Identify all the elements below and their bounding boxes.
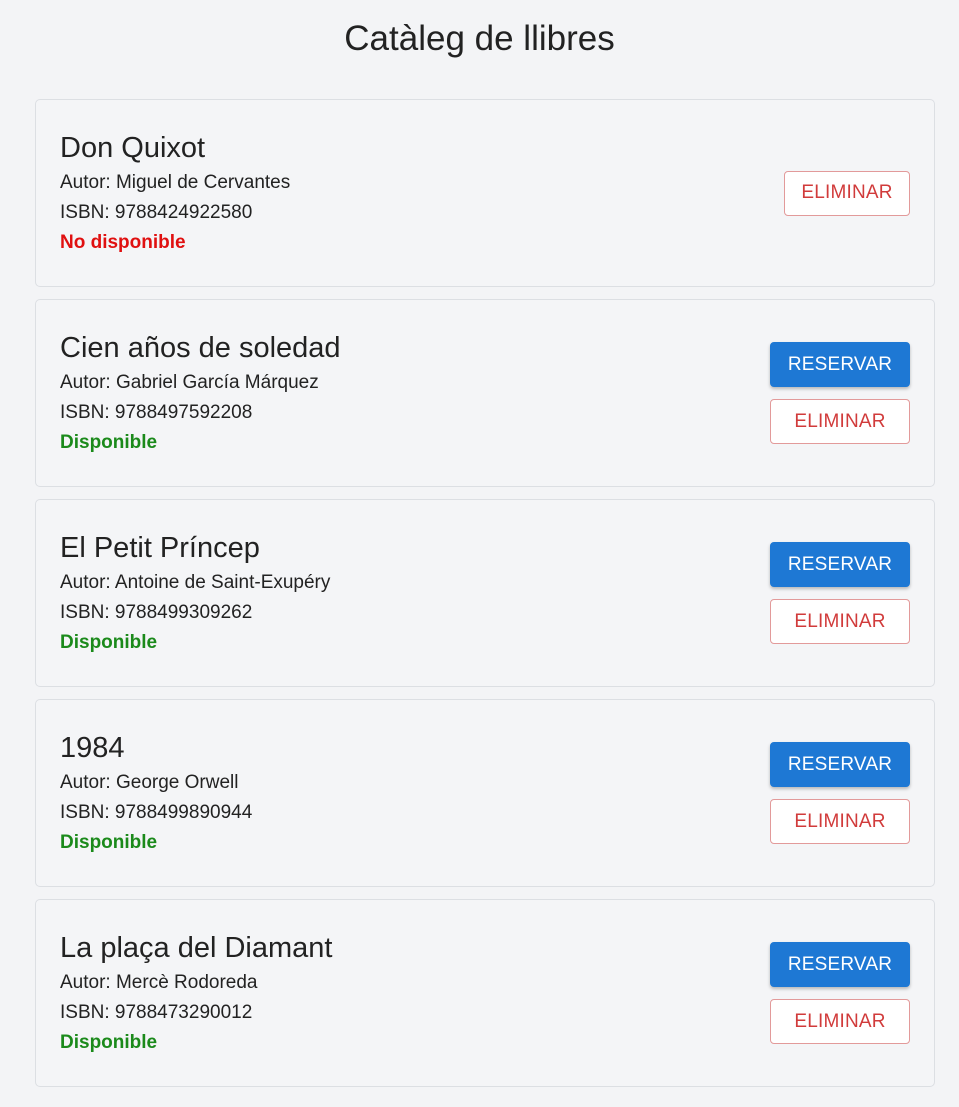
book-title: El Petit Príncep <box>60 532 260 564</box>
book-info: Cien años de soledad Autor: Gabriel Garc… <box>60 328 341 458</box>
availability-status: No disponible <box>60 232 186 253</box>
availability-status: Disponible <box>60 832 158 853</box>
book-info: El Petit Príncep Autor: Antoine de Saint… <box>60 528 330 658</box>
book-author: Autor: Miguel de Cervantes <box>60 172 291 193</box>
book-author: Autor: George Orwell <box>60 772 239 793</box>
book-info: La plaça del Diamant Autor: Mercè Rodore… <box>60 928 332 1058</box>
reserve-button[interactable]: RESERVAR <box>770 942 910 987</box>
book-author: Autor: Antoine de Saint-Exupéry <box>60 572 331 593</box>
delete-button[interactable]: ELIMINAR <box>770 799 910 844</box>
book-title: Cien años de soledad <box>60 332 341 364</box>
reserve-button[interactable]: RESERVAR <box>770 742 910 787</box>
book-isbn: ISBN: 9788424922580 <box>60 202 253 223</box>
book-info: Don Quixot Autor: Miguel de Cervantes IS… <box>60 128 290 258</box>
book-list: Don Quixot Autor: Miguel de Cervantes IS… <box>35 99 935 1099</box>
book-author: Autor: Gabriel García Márquez <box>60 372 319 393</box>
book-info: 1984 Autor: George Orwell ISBN: 97884998… <box>60 728 252 858</box>
book-title: Don Quixot <box>60 132 206 164</box>
book-card: Cien años de soledad Autor: Gabriel Garc… <box>35 299 935 487</box>
book-isbn: ISBN: 9788497592208 <box>60 402 253 423</box>
book-actions: RESERVAR ELIMINAR <box>770 700 910 886</box>
book-title: 1984 <box>60 732 125 764</box>
book-actions: ELIMINAR <box>784 100 910 286</box>
availability-status: Disponible <box>60 1032 158 1053</box>
book-card: Don Quixot Autor: Miguel de Cervantes IS… <box>35 99 935 287</box>
delete-button[interactable]: ELIMINAR <box>784 170 910 216</box>
book-author: Autor: Mercè Rodoreda <box>60 972 258 993</box>
book-isbn: ISBN: 9788499309262 <box>60 602 253 623</box>
availability-status: Disponible <box>60 632 158 653</box>
book-actions: RESERVAR ELIMINAR <box>770 300 910 486</box>
book-isbn: ISBN: 9788499890944 <box>60 802 253 823</box>
book-actions: RESERVAR ELIMINAR <box>770 500 910 686</box>
book-isbn: ISBN: 9788473290012 <box>60 1002 253 1023</box>
reserve-button[interactable]: RESERVAR <box>770 342 910 387</box>
delete-button[interactable]: ELIMINAR <box>770 399 910 444</box>
page-title: Catàleg de llibres <box>344 19 615 58</box>
book-card: El Petit Príncep Autor: Antoine de Saint… <box>35 499 935 687</box>
delete-button[interactable]: ELIMINAR <box>770 599 910 644</box>
book-actions: RESERVAR ELIMINAR <box>770 900 910 1086</box>
book-card: 1984 Autor: George Orwell ISBN: 97884998… <box>35 699 935 887</box>
book-title: La plaça del Diamant <box>60 932 333 964</box>
availability-status: Disponible <box>60 432 158 453</box>
delete-button[interactable]: ELIMINAR <box>770 999 910 1044</box>
book-card: La plaça del Diamant Autor: Mercè Rodore… <box>35 899 935 1087</box>
reserve-button[interactable]: RESERVAR <box>770 542 910 587</box>
